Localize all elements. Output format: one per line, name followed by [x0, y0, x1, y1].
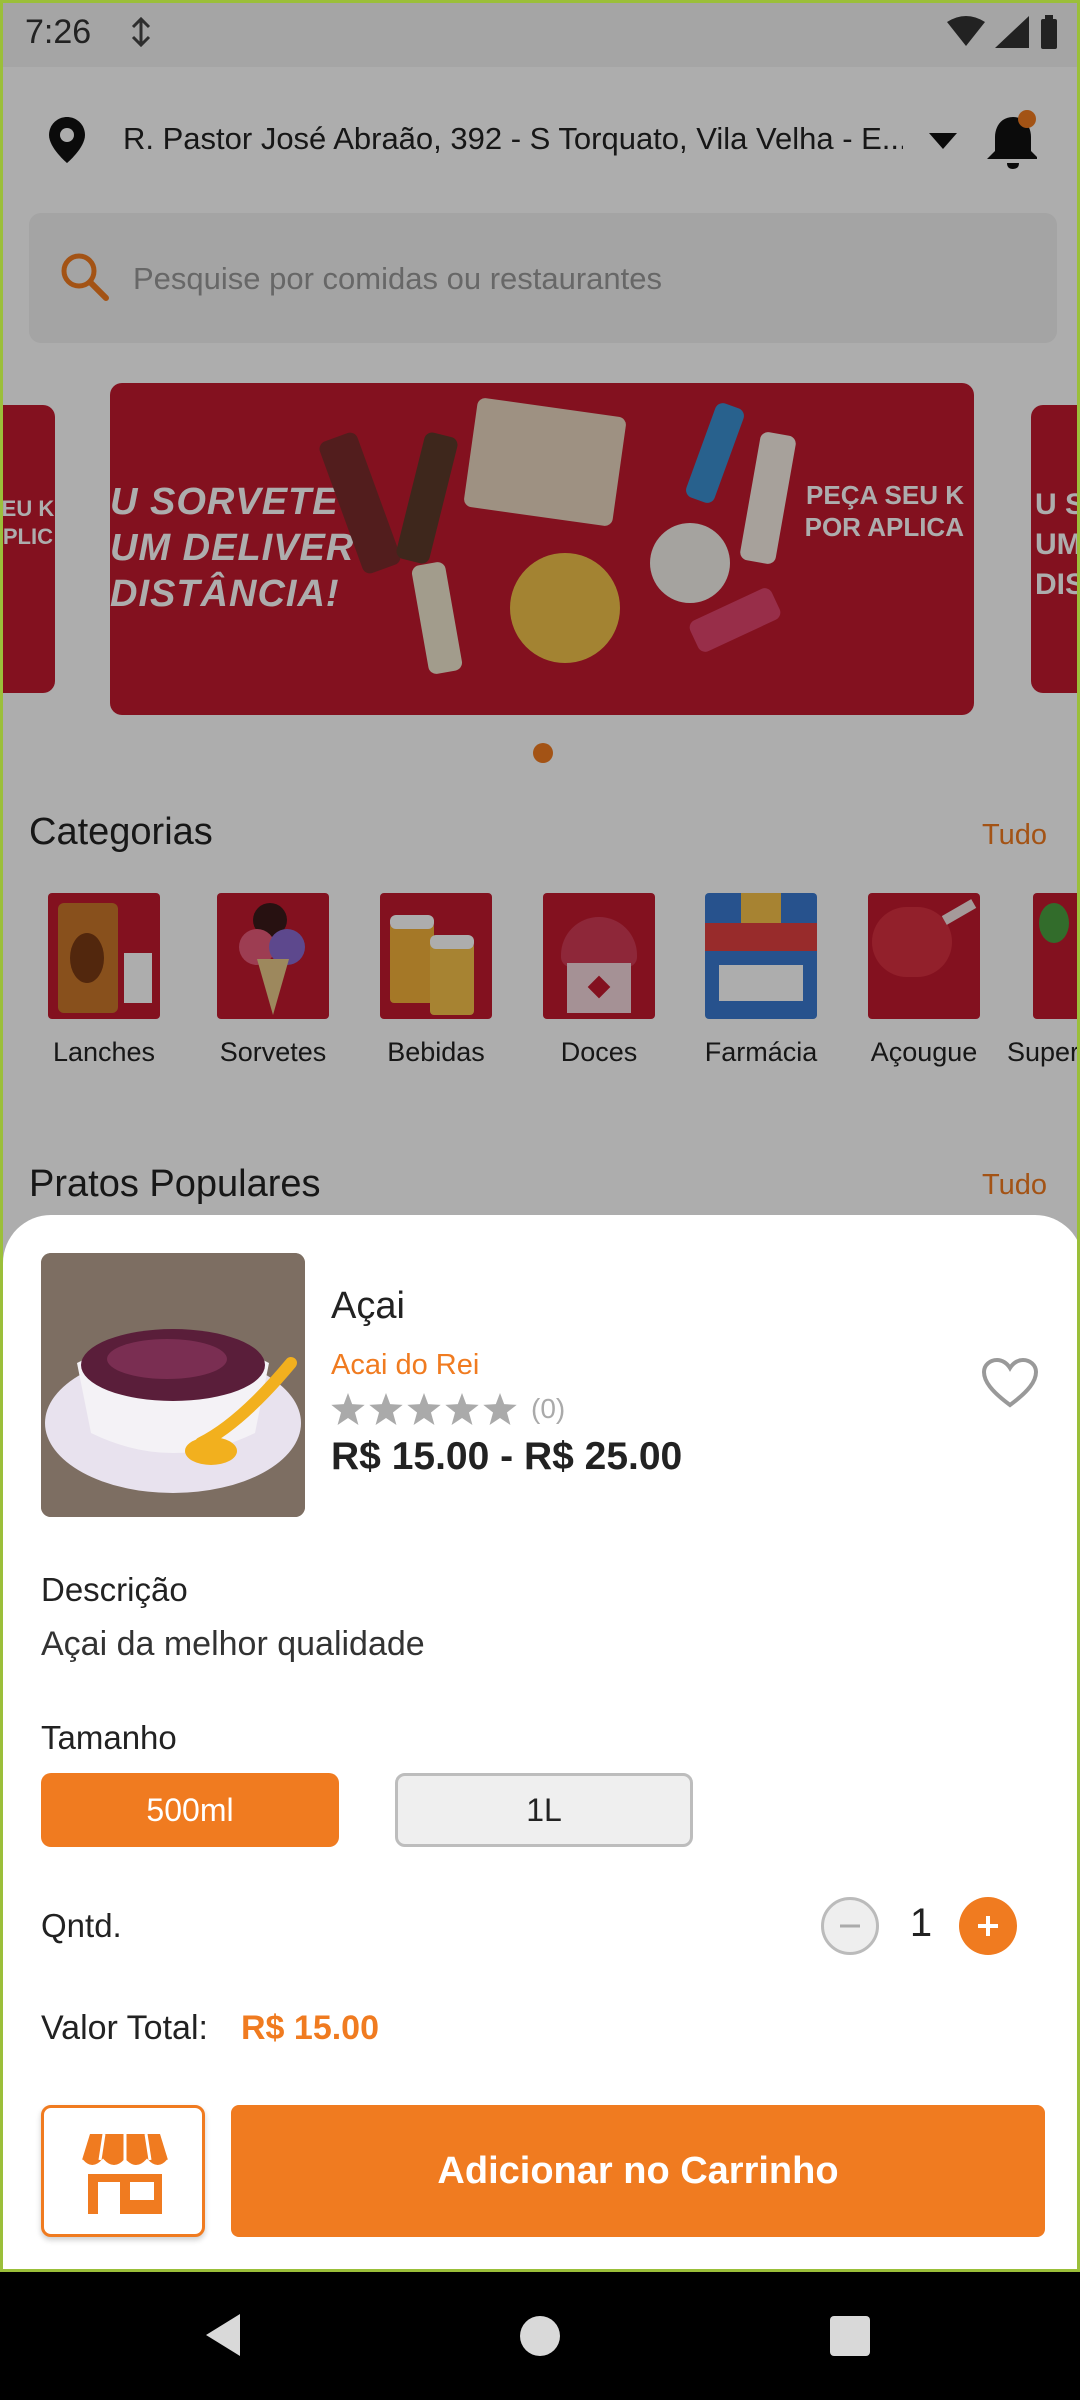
recent-apps-icon[interactable] — [830, 2316, 870, 2356]
size-option-500ml[interactable]: 500ml — [41, 1773, 339, 1847]
size-option-1l[interactable]: 1L — [395, 1773, 693, 1847]
system-navigation-bar — [0, 2272, 1080, 2400]
home-icon[interactable] — [520, 2316, 560, 2356]
plus-icon — [978, 1916, 998, 1936]
star-icon — [331, 1393, 365, 1425]
total-label: Valor Total: — [41, 2009, 208, 2047]
description-label: Descrição — [41, 1571, 188, 1608]
store-icon — [81, 2133, 169, 2214]
star-icon — [407, 1393, 441, 1425]
view-store-button[interactable] — [41, 2105, 205, 2237]
app-screen: 7:26 R. Pastor José Abraão, 392 - S Torq… — [0, 0, 1080, 2272]
product-image — [41, 1253, 305, 1517]
add-to-cart-button[interactable]: Adicionar no Carrinho — [231, 2105, 1045, 2237]
quantity-label: Qntd. — [41, 1907, 122, 1944]
total-value: R$ 15.00 — [241, 2009, 379, 2047]
star-icon — [483, 1393, 517, 1425]
product-bottom-sheet: Açai Acai do Rei (0) R$ 15.00 - R$ 25.00… — [3, 1215, 1077, 2269]
star-icon — [445, 1393, 479, 1425]
quantity-value: 1 — [909, 1901, 933, 1945]
price-range: R$ 15.00 - R$ 25.00 — [331, 1435, 683, 1478]
quantity-increase-button[interactable] — [959, 1897, 1017, 1955]
product-name: Açai — [331, 1285, 405, 1327]
star-icon — [369, 1393, 403, 1425]
size-label: Tamanho — [41, 1719, 177, 1756]
back-icon[interactable] — [200, 2310, 244, 2360]
minus-icon — [840, 1924, 860, 1928]
quantity-decrease-button[interactable] — [821, 1897, 879, 1955]
rating-count: (0) — [531, 1393, 566, 1424]
description-text: Açai da melhor qualidade — [41, 1625, 425, 1663]
store-name-link[interactable]: Acai do Rei — [331, 1349, 479, 1382]
favorite-heart-icon[interactable] — [981, 1357, 1039, 1414]
rating-stars: (0) — [331, 1393, 565, 1425]
